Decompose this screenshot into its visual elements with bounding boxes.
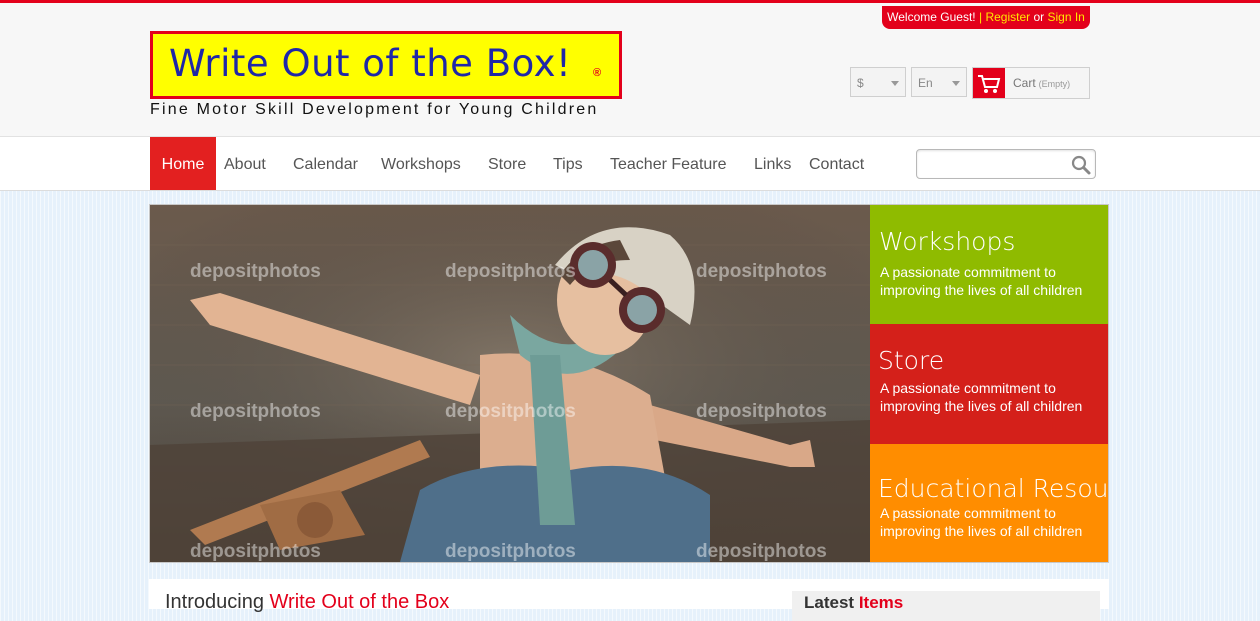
intro-prefix: Introducing [165,591,264,613]
latest-prefix: Latest [804,593,855,612]
nav-item-home[interactable]: Home [150,137,216,190]
panel-educational-resources[interactable]: Educational Resources A passionate commi… [870,444,1108,562]
site-header: Welcome Guest! | Register or Sign In Wri… [0,3,1260,136]
language-value: En [918,76,933,90]
watermark-text: depositphotos [445,541,576,562]
nav-item-tips[interactable]: Tips [553,137,583,190]
chevron-down-icon [952,81,960,86]
panel-title: Workshops [879,227,1016,256]
main-content: Introducing Write Out of the Box Latest … [149,579,1109,621]
panel-description: A passionate commitment to improving the… [880,505,1083,539]
watermark-text: depositphotos [190,261,321,282]
nav-item-store[interactable]: Store [488,137,526,190]
cart-button[interactable]: Cart (Empty) [972,67,1090,99]
hero-banner: depositphotos depositphotos depositphoto… [149,204,1109,563]
nav-item-contact[interactable]: Contact [809,137,864,190]
watermark-text: depositphotos [190,401,321,422]
welcome-text: Welcome Guest! [887,10,976,24]
cart-status: (Empty) [1038,79,1071,89]
nav-item-workshops[interactable]: Workshops [381,137,461,190]
watermark-text: depositphotos [445,261,576,282]
shopping-cart-icon [973,68,1005,98]
search-icon[interactable] [1070,154,1092,176]
separator: | [978,10,983,24]
nav-item-links[interactable]: Links [754,137,791,190]
latest-items-box: Latest Items [792,591,1100,621]
hero-photo: depositphotos depositphotos depositphoto… [150,205,870,562]
panel-workshops[interactable]: Workshops A passionate commitment to imp… [870,205,1108,324]
search-box [916,149,1096,179]
watermark-text: depositphotos [445,401,576,422]
welcome-bar: Welcome Guest! | Register or Sign In [882,6,1090,29]
panel-description: A passionate commitment to improving the… [880,264,1083,298]
nav-item-teacher-feature[interactable]: Teacher Feature [610,137,727,190]
watermark-text: depositphotos [696,401,827,422]
currency-select[interactable]: $ [850,67,906,97]
cart-text: Cart [1013,76,1036,90]
panel-description: A passionate commitment to improving the… [880,380,1083,414]
intro-highlight: Write Out of the Box [269,591,450,613]
site-logo[interactable]: Write Out of the Box! ® [150,31,622,99]
watermark-text: depositphotos [696,261,827,282]
watermark-text: depositphotos [696,541,827,562]
nav-item-about[interactable]: About [224,137,266,190]
panel-title: Educational Resources [878,474,1109,503]
cart-label: Cart (Empty) [1013,76,1070,90]
panel-store[interactable]: Store A passionate commitment to improvi… [870,324,1108,444]
register-link[interactable]: Register [985,10,1030,24]
logo-text: Write Out of the Box! [169,42,572,85]
main-nav: Home About Calendar Workshops Store Tips… [0,136,1260,191]
site-tagline: Fine Motor Skill Development for Young C… [150,101,599,118]
sign-in-link[interactable]: Sign In [1047,10,1084,24]
currency-value: $ [857,76,864,90]
or-text: or [1033,10,1045,24]
latest-highlight: Items [858,593,904,612]
intro-heading: Introducing Write Out of the Box [165,591,449,614]
chevron-down-icon [891,81,899,86]
language-select[interactable]: En [911,67,967,97]
latest-items-heading: Latest Items [804,593,903,613]
watermark-text: depositphotos [190,541,321,562]
panel-title: Store [878,346,945,375]
registered-mark: ® [593,67,602,79]
search-input[interactable] [923,154,1067,176]
nav-item-calendar[interactable]: Calendar [293,137,358,190]
